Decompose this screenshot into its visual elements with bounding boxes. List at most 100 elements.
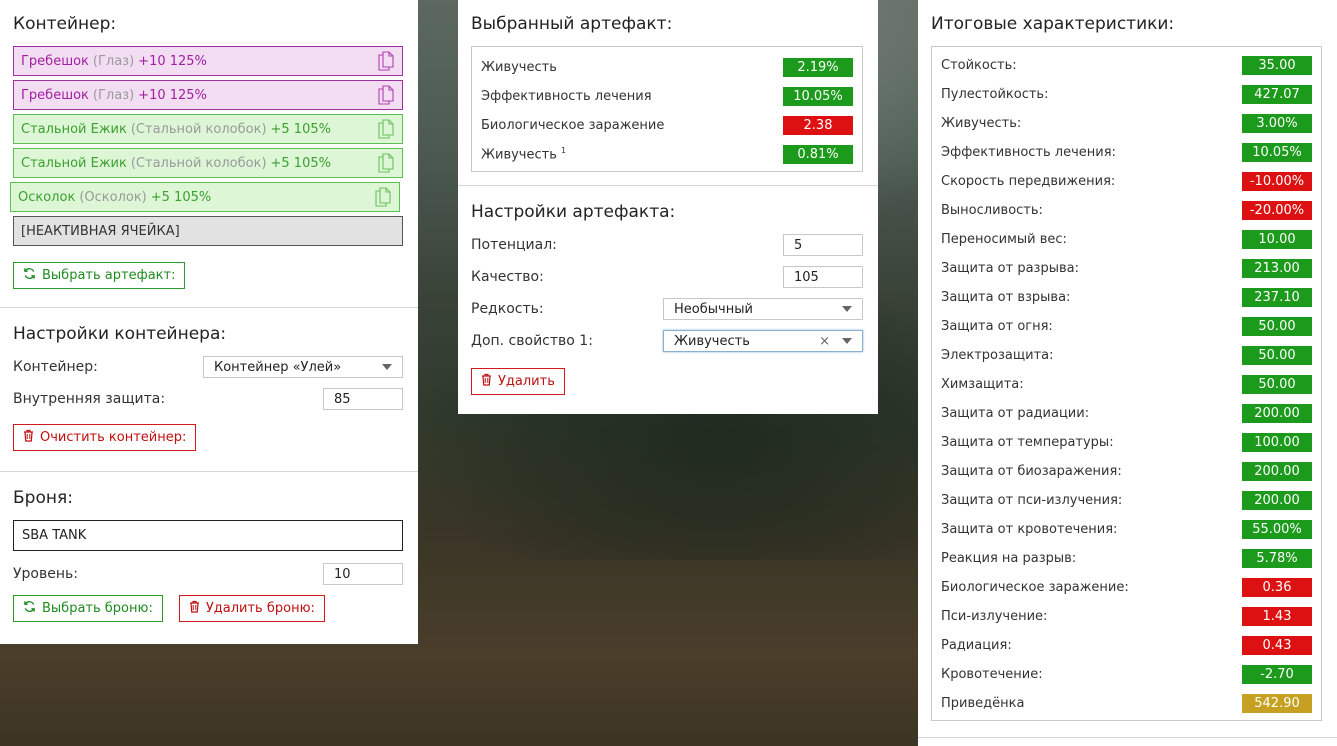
container-select[interactable]: Контейнер «Улей»	[203, 356, 403, 378]
stat-row: Живучесть: 3.00%	[941, 109, 1312, 138]
slot-label: [НЕАКТИВНАЯ ЯЧЕЙКА]	[21, 223, 180, 239]
potential-row: Потенциал: 5	[471, 234, 863, 256]
armor-name-field[interactable]: SBA TANK	[13, 520, 403, 551]
slot-subname: (Глаз)	[92, 87, 135, 103]
quality-input[interactable]: 105	[783, 266, 863, 288]
stat-label: Скорость передвижения:	[941, 174, 1116, 189]
choose-artifact-label: Выбрать артефакт:	[42, 268, 176, 283]
stat-label: Электрозащита:	[941, 348, 1054, 363]
totals-stats: Стойкость: 35.00 Пулестойкость: 427.07 Живуч…	[931, 46, 1322, 721]
stat-value: 213.00	[1242, 259, 1312, 278]
extra-property-select[interactable]: Живучесть ×	[663, 330, 863, 352]
stat-value: 50.00	[1242, 317, 1312, 336]
choose-armor-button[interactable]: Выбрать броню:	[13, 595, 163, 622]
slot-bonus: +5 105%	[270, 121, 331, 137]
stat-value: 55.00%	[1242, 520, 1312, 539]
stat-label: Выносливость:	[941, 203, 1043, 218]
clear-container-label: Очистить контейнер:	[40, 430, 187, 445]
chevron-down-icon	[842, 306, 852, 312]
stat-label: Пулестойкость:	[941, 87, 1049, 102]
stat-value: 3.00%	[1242, 114, 1312, 133]
artifact-slot[interactable]: Гребешок (Глаз) +10 125%	[13, 46, 403, 76]
delete-armor-button[interactable]: Удалить броню:	[178, 595, 325, 622]
stat-value: 10.00	[1242, 230, 1312, 249]
copy-icon[interactable]	[375, 187, 391, 207]
stat-value: 35.00	[1242, 56, 1312, 75]
artifact-slot[interactable]: Стальной Ежик (Стальной колобок) +5 105%	[13, 148, 403, 178]
selected-artifact-section: Выбранный артефакт: Живучесть 2.19% Эффект…	[458, 0, 878, 186]
stat-row: Приведёнка 542.90	[941, 689, 1312, 718]
refresh-icon	[23, 267, 36, 284]
inner-protection-label: Внутренняя защита:	[13, 391, 166, 407]
stat-value: 200.00	[1242, 462, 1312, 481]
stat-value: 200.00	[1242, 491, 1312, 510]
artifact-slot[interactable]: Гребешок (Глаз) +10 125%	[13, 80, 403, 110]
stat-row: Защита от взрыва: 237.10	[941, 283, 1312, 312]
potential-input[interactable]: 5	[783, 234, 863, 256]
trash-icon	[189, 600, 200, 617]
stat-value: 2.19%	[783, 58, 853, 77]
chevron-down-icon	[842, 338, 852, 344]
stat-label: Реакция на разрыв:	[941, 551, 1077, 566]
stat-row: Реакция на разрыв: 5.78%	[941, 544, 1312, 573]
stat-row: Живучесть 2.19%	[481, 53, 853, 82]
stat-row: Эффективность лечения: 10.05%	[941, 138, 1312, 167]
container-select-row: Контейнер: Контейнер «Улей»	[13, 356, 403, 378]
inner-protection-input[interactable]: 85	[323, 388, 403, 410]
rarity-select[interactable]: Необычный	[663, 298, 863, 320]
artifact-slot[interactable]: Стальной Ежик (Стальной колобок) +5 105%	[13, 114, 403, 144]
stat-label: Защита от разрыва:	[941, 261, 1079, 276]
stat-value: -2.70	[1242, 665, 1312, 684]
stat-label: Радиация:	[941, 638, 1012, 653]
stat-row: Защита от радиации: 200.00	[941, 399, 1312, 428]
rarity-label: Редкость:	[471, 301, 544, 317]
copy-icon[interactable]	[378, 85, 394, 105]
stat-label: Живучесть:	[941, 116, 1022, 131]
stat-value: 2.38	[783, 116, 853, 135]
stat-label: Защита от пси-излучения:	[941, 493, 1123, 508]
armor-level-input[interactable]: 10	[323, 563, 403, 585]
stat-label: Защита от биозаражения:	[941, 464, 1122, 479]
stat-value: 1.43	[1242, 607, 1312, 626]
stat-label: Защита от температуры:	[941, 435, 1114, 450]
stat-label: Переносимый вес:	[941, 232, 1067, 247]
rarity-row: Редкость: Необычный	[471, 298, 863, 320]
stat-label: Живучесть	[481, 60, 557, 75]
totals-title: Итоговые характеристики:	[931, 14, 1175, 34]
trash-icon	[23, 429, 34, 446]
artifact-slot[interactable]: Осколок (Осколок) +5 105%	[10, 182, 400, 212]
slot-bonus: +10 125%	[138, 87, 207, 103]
stat-row: Живучесть 1 0.81%	[481, 140, 853, 169]
extra-property-label: Доп. свойство 1:	[471, 333, 593, 349]
stat-row: Защита от температуры: 100.00	[941, 428, 1312, 457]
stat-value: 0.43	[1242, 636, 1312, 655]
stat-label: Эффективность лечения	[481, 89, 652, 104]
stat-value: 427.07	[1242, 85, 1312, 104]
copy-icon[interactable]	[378, 51, 394, 71]
choose-artifact-button[interactable]: Выбрать артефакт:	[13, 262, 186, 289]
stat-row: Защита от огня: 50.00	[941, 312, 1312, 341]
copy-icon[interactable]	[378, 119, 394, 139]
artifact-slot[interactable]: [НЕАКТИВНАЯ ЯЧЕЙКА]	[13, 216, 403, 246]
artifact-settings-section: Настройки артефакта: Потенциал: 5 Качест…	[458, 186, 878, 414]
stat-row: Пулестойкость: 427.07	[941, 80, 1312, 109]
armor-level-label: Уровень:	[13, 566, 78, 582]
slot-name: Осколок	[18, 189, 76, 205]
stat-label: Биологическое заражение:	[941, 580, 1129, 595]
stat-row: Скорость передвижения: -10.00%	[941, 167, 1312, 196]
copy-icon[interactable]	[378, 153, 394, 173]
delete-artifact-button[interactable]: Удалить	[471, 368, 565, 395]
stat-value: 542.90	[1242, 694, 1312, 713]
slot-name: Стальной Ежик	[21, 121, 127, 137]
clear-x-icon[interactable]: ×	[819, 334, 830, 349]
extra-property-value: Живучесть	[674, 333, 750, 349]
stat-sup: 1	[561, 146, 567, 156]
container-settings-section: Настройки контейнера: Контейнер: Контейн…	[0, 308, 418, 472]
container-section: Контейнер: Гребешок (Глаз) +10 125% Гребешо…	[0, 0, 418, 308]
stat-value: 10.05%	[783, 87, 853, 106]
clear-container-button[interactable]: Очистить контейнер:	[13, 424, 197, 451]
stat-label: Эффективность лечения:	[941, 145, 1116, 160]
container-select-label: Контейнер:	[13, 359, 98, 375]
stat-row: Защита от разрыва: 213.00	[941, 254, 1312, 283]
stat-row: Пси-излучение: 1.43	[941, 602, 1312, 631]
